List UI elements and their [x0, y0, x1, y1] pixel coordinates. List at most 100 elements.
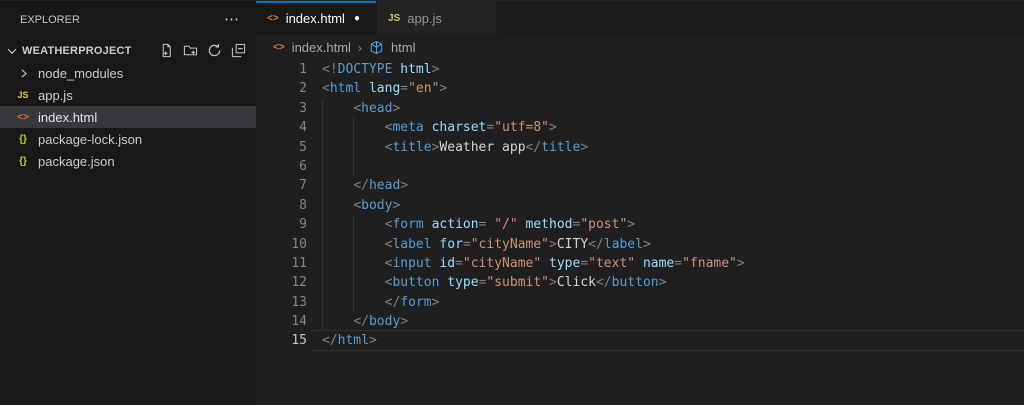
- code-line[interactable]: 14 </body>: [256, 312, 1024, 332]
- code-line[interactable]: 13 </form>: [256, 292, 1024, 313]
- code-token: label: [392, 236, 432, 252]
- code-token: <!: [322, 62, 338, 77]
- new-file-button[interactable]: [158, 43, 174, 59]
- html-icon: <>: [267, 12, 279, 24]
- html-file-icon: <>: [273, 42, 285, 53]
- sidebar-item-label: node_modules: [38, 65, 124, 81]
- code-line[interactable]: 12 <button type="submit">Click</button>: [256, 273, 1024, 293]
- code-line-text: </html>: [307, 331, 1024, 350]
- code-line-text: <label for="cityName">CITY</label>: [307, 234, 1024, 254]
- line-number[interactable]: 8: [256, 196, 307, 215]
- collapse-all-button[interactable]: [230, 43, 246, 59]
- code-line[interactable]: 15 </html>: [256, 330, 1024, 352]
- breadcrumb-file[interactable]: index.html: [292, 40, 351, 55]
- sidebar-item-label: package.json: [38, 153, 115, 169]
- line-number[interactable]: 7: [256, 176, 307, 195]
- line-number[interactable]: 2: [256, 79, 307, 98]
- html-icon: <>: [17, 111, 29, 123]
- code-token: "text": [588, 255, 636, 271]
- sidebar-item-package-json[interactable]: {} package.json: [0, 150, 256, 172]
- code-line-text: </form>: [307, 292, 1024, 313]
- project-folder-row[interactable]: WEATHERPROJECT: [0, 39, 256, 62]
- line-number[interactable]: 11: [256, 254, 307, 273]
- sidebar-item-index-html[interactable]: <> index.html: [0, 106, 256, 128]
- code-token: head: [361, 100, 393, 116]
- line-number[interactable]: 12: [256, 273, 307, 292]
- code-token: form: [392, 217, 424, 233]
- breadcrumb-separator-icon: ›: [357, 40, 362, 55]
- code-line[interactable]: 3 <head>: [256, 98, 1024, 119]
- code-token: label: [603, 236, 643, 252]
- code-editor[interactable]: 1 <!DOCTYPE html> 2 <html lang="en"> 3 <head…: [256, 60, 1024, 405]
- code-line[interactable]: 9 <form action= "/" method="post">: [256, 215, 1024, 235]
- code-line-text: <head>: [307, 98, 1024, 119]
- code-token: "submit": [486, 275, 550, 291]
- code-line[interactable]: 1 <!DOCTYPE html>: [256, 60, 1024, 79]
- sidebar-item-package-lock-json[interactable]: {} package-lock.json: [0, 128, 256, 150]
- code-line[interactable]: 11 <input id="cityName" type="text" name…: [256, 253, 1024, 274]
- indent-guide: [353, 273, 355, 293]
- code-token: "/": [494, 217, 518, 233]
- tab-bar: <> index.html ● JS app.js: [256, 0, 1024, 35]
- code-line[interactable]: 10 <label for="cityName">CITY</label>: [256, 234, 1024, 254]
- tab-index-html[interactable]: <> index.html ●: [256, 1, 377, 35]
- sidebar-item-node-modules[interactable]: node_modules: [0, 62, 256, 84]
- tab-label: app.js: [407, 10, 442, 26]
- indent-guide: [353, 253, 355, 274]
- code-line[interactable]: 7 </head>: [256, 176, 1024, 196]
- code-token: body: [368, 314, 401, 330]
- breadcrumb: <> index.html › html: [256, 35, 1024, 60]
- code-token: html: [392, 62, 432, 77]
- indent-guide: [322, 98, 323, 119]
- code-token: name: [635, 255, 675, 271]
- line-number[interactable]: 5: [256, 138, 307, 157]
- file-tree: node_modules JS app.js <> index.html {} packag…: [0, 62, 256, 172]
- code-token: button: [392, 275, 440, 291]
- line-number[interactable]: 1: [256, 60, 307, 79]
- code-line-text: <title>Weather app</title>: [307, 137, 1024, 157]
- indent-guide: [322, 118, 323, 138]
- code-token: >: [392, 100, 401, 116]
- line-number[interactable]: 6: [256, 157, 307, 176]
- explorer-toolbar: [158, 43, 246, 59]
- code-token: >: [658, 275, 667, 291]
- sidebar-item-app-js[interactable]: JS app.js: [0, 84, 256, 106]
- code-token: >: [736, 255, 745, 271]
- code-token: button: [611, 275, 659, 291]
- json-icon: {}: [19, 155, 27, 167]
- code-token: >: [400, 178, 409, 194]
- js-icon: JS: [388, 12, 401, 24]
- explorer-title: EXPLORER: [20, 14, 80, 26]
- line-number[interactable]: 9: [256, 215, 307, 234]
- code-token: >: [642, 236, 651, 252]
- code-line[interactable]: 8 <body>: [256, 195, 1024, 216]
- code-line[interactable]: 4 <meta charset="utf=8">: [256, 118, 1024, 138]
- tab-app-js[interactable]: JS app.js: [377, 1, 498, 35]
- modified-dot-icon[interactable]: ●: [354, 13, 360, 24]
- code-line[interactable]: 6: [256, 156, 1024, 177]
- breadcrumb-symbol[interactable]: html: [391, 40, 416, 55]
- code-line[interactable]: 5 <title>Weather app</title>: [256, 137, 1024, 157]
- code-token: >: [580, 139, 589, 155]
- code-token: =: [462, 236, 471, 252]
- code-token: <: [322, 81, 330, 97]
- line-number[interactable]: 14: [256, 312, 307, 331]
- code-line-text: <button type="submit">Click</button>: [307, 273, 1024, 293]
- line-number[interactable]: 15: [256, 331, 307, 350]
- code-line[interactable]: 2 <html lang="en">: [256, 79, 1024, 98]
- code-token: </: [525, 139, 542, 155]
- more-actions-icon[interactable]: ⋯: [224, 12, 240, 27]
- tab-label: index.html: [285, 10, 345, 26]
- code-token: >: [549, 236, 557, 252]
- code-token: CITY: [556, 236, 589, 252]
- refresh-button[interactable]: [206, 43, 222, 59]
- code-token: >: [549, 120, 557, 136]
- new-folder-button[interactable]: [182, 43, 198, 59]
- code-line-text: <html lang="en">: [307, 79, 1024, 98]
- indent-guide: [322, 273, 323, 293]
- line-number[interactable]: 4: [256, 118, 307, 137]
- code-token: action: [423, 217, 479, 233]
- line-number[interactable]: 3: [256, 99, 307, 118]
- line-number[interactable]: 10: [256, 235, 307, 254]
- line-number[interactable]: 13: [256, 293, 307, 312]
